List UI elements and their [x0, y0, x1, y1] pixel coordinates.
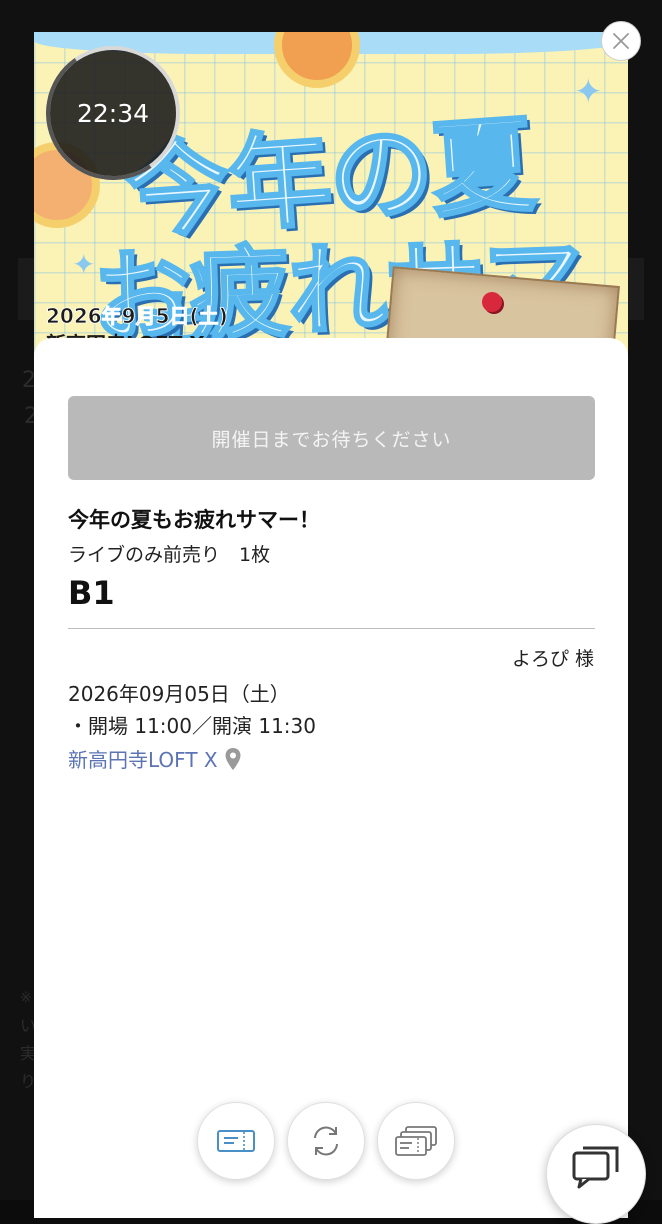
event-times: ・開場 11:00／開演 11:30 [68, 714, 316, 738]
close-icon [613, 33, 629, 49]
tickets-list-button[interactable] [377, 1102, 455, 1180]
venue-link[interactable]: 新高円寺LOFT X [68, 744, 242, 773]
ticket-holder-name: よろぴ 様 [511, 648, 594, 670]
banner-date: 2026年9月5日(土) [46, 304, 229, 329]
event-title: 今年の夏もお疲れサマー！ [68, 508, 320, 532]
refresh-icon [314, 1126, 338, 1156]
close-button[interactable] [601, 21, 641, 61]
location-pin-icon [225, 747, 241, 770]
pushpin-icon [482, 292, 502, 312]
seat-number: B1 [68, 574, 115, 612]
chat-button[interactable] [546, 1124, 646, 1224]
chat-icon [572, 1146, 619, 1189]
timer-badge: 22:34 [46, 46, 180, 180]
wait-until-event-button[interactable]: 開催日までお待ちください [68, 396, 595, 480]
background-text: ※ [20, 990, 32, 1006]
ticket-sheet: 開催日までお待ちください 今年の夏もお疲れサマー！ ライブのみ前売り 1枚 B1… [34, 338, 628, 1218]
event-date: 2026年09月05日（土） [68, 682, 290, 706]
timer-text: 22:34 [76, 98, 150, 128]
ticket-icon [217, 1130, 255, 1152]
ticket-type: ライブのみ前売り 1枚 [68, 544, 271, 566]
sunflower-decoration [274, 32, 360, 88]
refresh-button[interactable] [287, 1102, 365, 1180]
ticket-view-button[interactable] [197, 1102, 275, 1180]
venue-name: 新高円寺LOFT X [68, 748, 218, 772]
divider [68, 628, 595, 629]
tickets-list-icon [395, 1126, 437, 1156]
